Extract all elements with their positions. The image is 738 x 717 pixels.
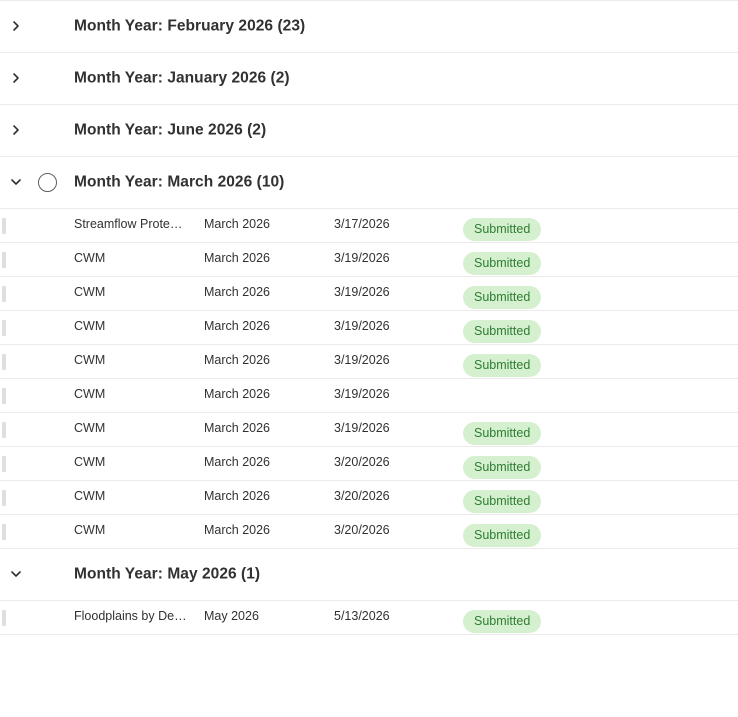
- status-badge: Submitted: [463, 320, 542, 343]
- row-select-handle[interactable]: [2, 252, 6, 268]
- date-cell: 3/19/2026: [334, 387, 390, 401]
- row-select-handle[interactable]: [2, 388, 6, 404]
- date-cell: 5/13/2026: [334, 609, 390, 623]
- table-row[interactable]: CWM March 2026 3/19/2026 Submitted: [0, 243, 738, 277]
- date-cell: 3/19/2026: [334, 251, 390, 265]
- status-badge: Submitted: [463, 422, 542, 445]
- month-cell: March 2026: [204, 251, 271, 265]
- title-cell: Floodplains by Desi...: [74, 609, 188, 623]
- group-title: Month Year: March 2026 (10): [74, 173, 285, 191]
- chevron-right-icon[interactable]: [4, 14, 28, 38]
- title-cell: Streamflow Protecti...: [74, 217, 188, 231]
- table-row[interactable]: Streamflow Protecti... March 2026 3/17/202…: [0, 209, 738, 243]
- month-cell: March 2026: [204, 455, 271, 469]
- row-select-handle[interactable]: [2, 218, 6, 234]
- group-title: Month Year: January 2026 (2): [74, 69, 290, 87]
- row-select-handle[interactable]: [2, 354, 6, 370]
- table-row[interactable]: Floodplains by Desi... May 2026 5/13/2026 S…: [0, 601, 738, 635]
- group-title: Month Year: June 2026 (2): [74, 121, 267, 139]
- group-header[interactable]: Month Year: May 2026 (1): [0, 549, 738, 601]
- status-badge: Submitted: [463, 286, 542, 309]
- title-cell: CWM: [74, 353, 106, 367]
- date-cell: 3/19/2026: [334, 421, 390, 435]
- status-badge: Submitted: [463, 524, 542, 547]
- title-cell: CWM: [74, 489, 106, 503]
- date-cell: 3/20/2026: [334, 489, 390, 503]
- status-badge: Submitted: [463, 354, 542, 377]
- row-select-handle[interactable]: [2, 320, 6, 336]
- row-select-handle[interactable]: [2, 490, 6, 506]
- group-title: Month Year: May 2026 (1): [74, 565, 261, 583]
- month-cell: March 2026: [204, 421, 271, 435]
- table-row[interactable]: CWM March 2026 3/19/2026 Submitted: [0, 413, 738, 447]
- group-header[interactable]: Month Year: January 2026 (2): [0, 53, 738, 105]
- date-cell: 3/19/2026: [334, 285, 390, 299]
- date-cell: 3/20/2026: [334, 523, 390, 537]
- date-cell: 3/20/2026: [334, 455, 390, 469]
- circle-select-icon[interactable]: [38, 172, 57, 192]
- month-cell: March 2026: [204, 285, 271, 299]
- group-title: Month Year: February 2026 (23): [74, 17, 306, 35]
- month-cell: March 2026: [204, 353, 271, 367]
- table-row[interactable]: CWM March 2026 3/20/2026 Submitted: [0, 447, 738, 481]
- row-select-handle[interactable]: [2, 456, 6, 472]
- title-cell: CWM: [74, 251, 106, 265]
- chevron-right-icon[interactable]: [4, 66, 28, 90]
- status-badge: Submitted: [463, 252, 542, 275]
- group-header[interactable]: Month Year: March 2026 (10): [0, 157, 738, 209]
- chevron-down-icon[interactable]: [4, 170, 28, 194]
- row-select-handle[interactable]: [2, 286, 6, 302]
- table-row[interactable]: CWM March 2026 3/20/2026 Submitted: [0, 515, 738, 549]
- month-cell: March 2026: [204, 387, 271, 401]
- table-row[interactable]: CWM March 2026 3/19/2026 Submitted: [0, 277, 738, 311]
- month-cell: May 2026: [204, 609, 259, 623]
- title-cell: CWM: [74, 455, 106, 469]
- row-select-handle[interactable]: [2, 422, 6, 438]
- title-cell: CWM: [74, 285, 106, 299]
- date-cell: 3/19/2026: [334, 353, 390, 367]
- status-badge: Submitted: [463, 218, 542, 241]
- title-cell: CWM: [74, 387, 106, 401]
- month-cell: March 2026: [204, 217, 271, 231]
- month-cell: March 2026: [204, 489, 271, 503]
- table-row[interactable]: CWM March 2026 3/19/2026: [0, 379, 738, 413]
- status-badge: Submitted: [463, 456, 542, 479]
- group-header[interactable]: Month Year: June 2026 (2): [0, 105, 738, 157]
- status-badge: Submitted: [463, 610, 542, 633]
- grouped-list: Month Year: February 2026 (23) Month Year…: [0, 1, 738, 635]
- month-cell: March 2026: [204, 523, 271, 537]
- title-cell: CWM: [74, 319, 106, 333]
- table-row[interactable]: CWM March 2026 3/20/2026 Submitted: [0, 481, 738, 515]
- table-row[interactable]: CWM March 2026 3/19/2026 Submitted: [0, 311, 738, 345]
- date-cell: 3/19/2026: [334, 319, 390, 333]
- month-cell: March 2026: [204, 319, 271, 333]
- title-cell: CWM: [74, 523, 106, 537]
- title-cell: CWM: [74, 421, 106, 435]
- status-badge: Submitted: [463, 490, 542, 513]
- row-select-handle[interactable]: [2, 610, 6, 626]
- table-row[interactable]: CWM March 2026 3/19/2026 Submitted: [0, 345, 738, 379]
- date-cell: 3/17/2026: [334, 217, 390, 231]
- row-select-handle[interactable]: [2, 524, 6, 540]
- chevron-down-icon[interactable]: [4, 562, 28, 586]
- group-header[interactable]: Month Year: February 2026 (23): [0, 1, 738, 53]
- chevron-right-icon[interactable]: [4, 118, 28, 142]
